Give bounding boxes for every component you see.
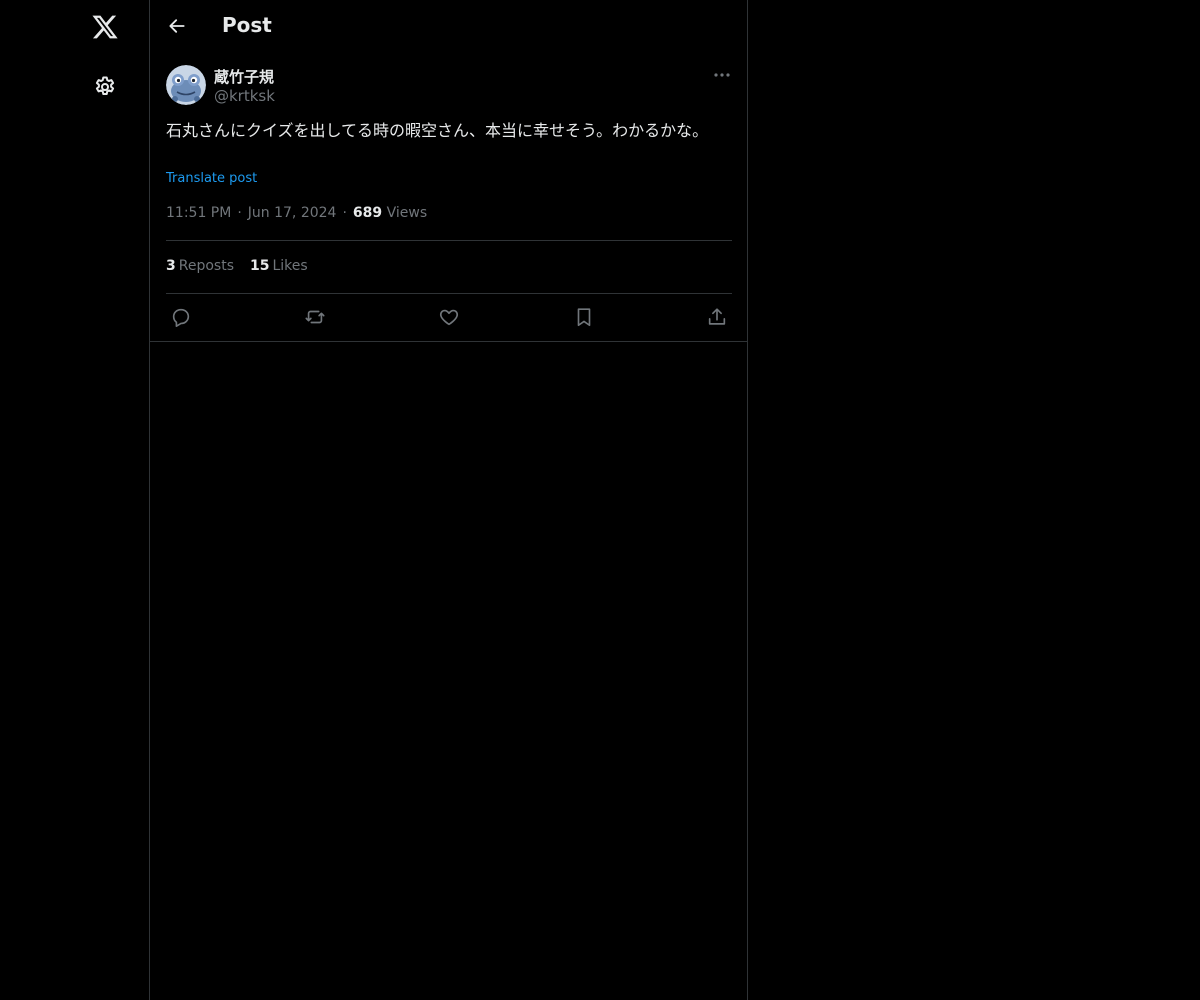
post-meta: 11:51 PM · Jun 17, 2024 · 689 Views <box>166 205 427 221</box>
avatar[interactable] <box>166 65 206 105</box>
share-icon <box>708 308 726 325</box>
reposts-stat[interactable]: 3 Reposts <box>166 258 234 274</box>
repost-icon <box>305 310 325 324</box>
heart-icon <box>439 309 459 326</box>
repost-button[interactable] <box>304 305 338 329</box>
post-date[interactable]: Jun 17, 2024 <box>248 205 337 221</box>
reply-icon <box>172 308 190 327</box>
author-handle[interactable]: @krtksk <box>214 87 275 105</box>
post: 蔵竹子規 @krtksk 石丸さんにクイズを出してる時の暇空さん、本当に幸せそう… <box>150 53 748 342</box>
page-header: Post <box>150 0 748 53</box>
reposts-label: Reposts <box>178 258 234 274</box>
main-column: Post 蔵竹子規 @krtksk 石丸さんにクイズを出してる時の暇空さん、本当… <box>150 0 748 1000</box>
views-label: Views <box>386 205 428 221</box>
post-actions <box>166 305 732 329</box>
post-time[interactable]: 11:51 PM <box>166 205 231 221</box>
translate-post-link[interactable]: Translate post <box>166 171 257 186</box>
gear-icon <box>95 76 115 95</box>
arrow-left-icon <box>169 19 185 33</box>
share-button[interactable] <box>706 305 740 329</box>
likes-label: Likes <box>272 258 308 274</box>
views-count: 689 <box>352 205 383 221</box>
page-title: Post <box>222 13 272 37</box>
reposts-count: 3 <box>166 258 176 274</box>
divider <box>166 293 732 294</box>
more-options-button[interactable] <box>710 65 734 85</box>
x-logo-button[interactable] <box>82 4 128 50</box>
meta-separator: · <box>342 205 347 221</box>
frog-avatar-icon <box>166 65 206 105</box>
post-text: 石丸さんにクイズを出してる時の暇空さん、本当に幸せそう。わかるかな。 <box>166 121 709 140</box>
bookmark-button[interactable] <box>573 305 607 329</box>
more-horizontal-icon <box>714 73 730 77</box>
post-stats: 3 Reposts 15 Likes <box>166 258 324 274</box>
likes-stat[interactable]: 15 Likes <box>250 258 308 274</box>
x-logo-icon <box>92 15 118 39</box>
meta-separator: · <box>237 205 242 221</box>
back-button[interactable] <box>160 9 194 43</box>
reply-button[interactable] <box>170 305 204 329</box>
divider <box>166 240 732 241</box>
like-button[interactable] <box>438 305 472 329</box>
settings-button[interactable] <box>82 64 128 110</box>
app-root: Post 蔵竹子規 @krtksk 石丸さんにクイズを出してる時の暇空さん、本当… <box>0 0 1200 1000</box>
likes-count: 15 <box>250 258 270 274</box>
author-name[interactable]: 蔵竹子規 <box>214 66 274 87</box>
left-nav <box>0 0 150 1000</box>
bookmark-icon <box>577 308 591 327</box>
